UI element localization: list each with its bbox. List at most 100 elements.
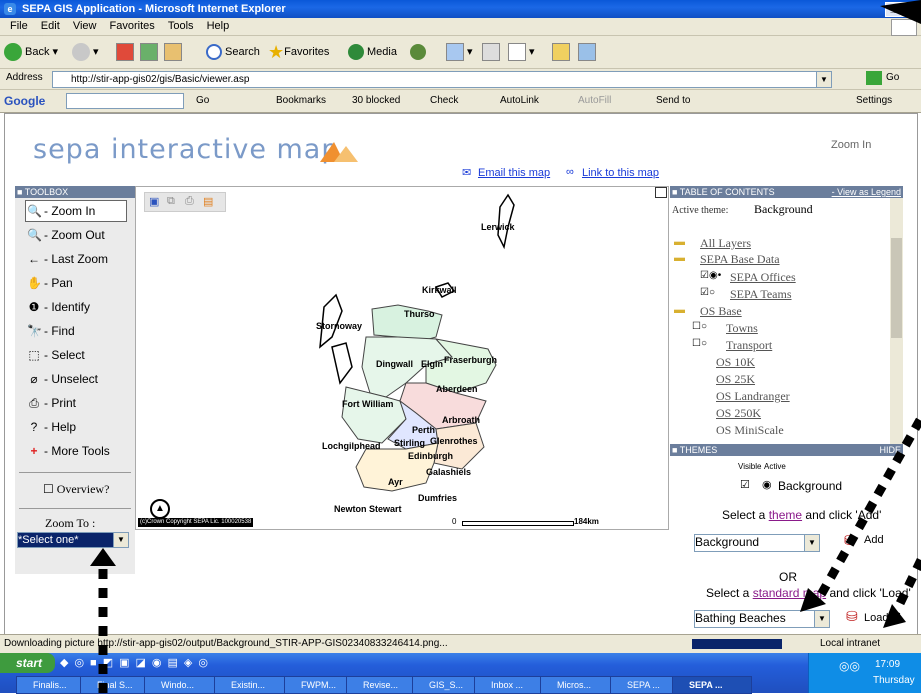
add-theme-icon[interactable]: ⛁: [844, 532, 856, 549]
favorites-button[interactable]: ★Favorites: [268, 42, 329, 62]
layer-os-base[interactable]: OS Base: [700, 304, 742, 318]
home-button[interactable]: [164, 42, 182, 62]
popup-blocked-button[interactable]: 30 blocked: [352, 94, 400, 108]
layer-os-250k[interactable]: OS 250K: [716, 406, 761, 420]
tool-unselect[interactable]: ⌀ - Unselect: [27, 371, 98, 387]
checkbox-icon[interactable]: ☐○: [692, 338, 707, 349]
scroll-thumb[interactable]: [891, 238, 902, 338]
checkbox-icon[interactable]: ☐○: [692, 321, 707, 332]
start-button[interactable]: start: [0, 653, 55, 673]
go-button[interactable]: Go: [886, 72, 899, 83]
panel-toggle-icon[interactable]: [655, 187, 667, 198]
zoom-to-select[interactable]: *Select one* ▼: [17, 532, 129, 548]
tool-last-zoom[interactable]: ← - Last Zoom: [27, 251, 108, 267]
taskbar-item-active[interactable]: SEPA ...: [672, 676, 752, 694]
stop-button[interactable]: [116, 42, 134, 62]
maximize-button[interactable]: ▫: [901, 2, 917, 17]
chevron-down-icon[interactable]: ▼: [804, 535, 819, 551]
autofill-button[interactable]: AutoFill: [578, 94, 611, 108]
checkbox-icon[interactable]: ☑○: [700, 287, 715, 298]
active-radio[interactable]: ◉: [762, 478, 772, 491]
load-map-icon[interactable]: ⛁: [846, 608, 858, 625]
tool-help[interactable]: ? - Help: [27, 419, 76, 435]
place-label: Glenrothes: [430, 436, 478, 446]
place-label: Stirling: [394, 438, 425, 448]
layer-transport[interactable]: Transport: [726, 338, 772, 352]
hide-link[interactable]: HIDE: [879, 444, 901, 456]
layer-sepa-offices[interactable]: SEPA Offices: [730, 270, 796, 284]
tool-select[interactable]: ⬚ - Select: [27, 347, 84, 363]
standard-map-link[interactable]: standard map: [753, 586, 826, 600]
email-map-link[interactable]: Email this map: [478, 167, 550, 179]
tray-icons[interactable]: ◎◎: [839, 659, 860, 673]
layer-os-miniscale[interactable]: OS MiniScale: [716, 423, 784, 435]
forward-button[interactable]: ▾: [72, 42, 99, 62]
send-to-button[interactable]: Send to: [656, 94, 690, 108]
google-bookmarks-button[interactable]: Bookmarks: [276, 94, 326, 108]
menu-help[interactable]: Help: [207, 18, 230, 35]
menu-view[interactable]: View: [73, 18, 97, 35]
menu-favorites[interactable]: Favorites: [110, 18, 155, 35]
add-button[interactable]: Add: [864, 534, 884, 546]
themes-panel: ■ THEMES HIDE Visible Active ☑ ◉ Backgro…: [670, 444, 911, 632]
google-go-button[interactable]: Go: [196, 94, 209, 108]
table-of-contents: ■ TABLE OF CONTENTS - View as Legend Act…: [670, 186, 903, 444]
menu-edit[interactable]: Edit: [41, 18, 60, 35]
address-input[interactable]: http://stir-app-gis02/gis/Basic/viewer.a…: [52, 71, 832, 88]
layer-sepa-teams[interactable]: SEPA Teams: [730, 287, 792, 301]
google-settings-button[interactable]: Settings: [856, 94, 892, 108]
theme-select[interactable]: Background ▼: [694, 534, 820, 552]
layer-os-25k[interactable]: OS 25K: [716, 372, 755, 386]
google-search-input[interactable]: [66, 93, 184, 109]
history-button[interactable]: [410, 42, 429, 62]
standard-map-select[interactable]: Bathing Beaches ▼: [694, 610, 830, 628]
layer-sepa-base[interactable]: SEPA Base Data: [700, 252, 780, 266]
layer-os-landranger[interactable]: OS Landranger: [716, 389, 790, 403]
tool-print[interactable]: ⎙ - Print: [27, 395, 76, 411]
chevron-down-icon[interactable]: ▼: [113, 533, 128, 547]
tool-zoom-out[interactable]: 🔍 - Zoom Out: [27, 227, 105, 243]
edit-button[interactable]: ▾: [508, 42, 535, 62]
window-title: SEPA GIS Application - Microsoft Interne…: [22, 3, 286, 15]
chevron-down-icon[interactable]: ▼: [816, 72, 831, 87]
overview-checkbox[interactable]: ☐ Overview?: [43, 482, 109, 497]
layer-all[interactable]: All Layers: [700, 236, 751, 250]
theme-link[interactable]: theme: [769, 508, 802, 522]
view-as-legend-link[interactable]: - View as Legend: [832, 186, 901, 198]
visible-checkbox[interactable]: ☑: [740, 478, 750, 491]
map-instruction: Select a standard map and click 'Load': [706, 586, 911, 600]
place-label: Arbroath: [442, 415, 480, 425]
tool-identify[interactable]: ❶- Identify: [27, 299, 90, 315]
media-button[interactable]: Media: [348, 42, 397, 62]
spell-check-button[interactable]: Check: [430, 94, 458, 108]
refresh-button[interactable]: [140, 42, 158, 62]
search-button[interactable]: Search: [206, 42, 260, 62]
layer-towns[interactable]: Towns: [726, 321, 758, 335]
tool-pan[interactable]: ✋ - Pan: [27, 275, 73, 291]
go-arrow-icon[interactable]: [866, 71, 882, 85]
folder-button[interactable]: [552, 42, 570, 62]
autolink-button[interactable]: AutoLink: [500, 94, 539, 108]
chevron-down-icon[interactable]: ▼: [814, 611, 829, 627]
toolbox-panel: ■ TOOLBOX 🔍 - Zoom In 🔍 - Zoom Out ← - Last…: [15, 186, 135, 574]
quick-launch[interactable]: ◆◎■◩▣◪◉▤◈◎: [60, 656, 300, 670]
menu-tools[interactable]: Tools: [168, 18, 194, 35]
back-button[interactable]: Back ▾: [4, 42, 58, 62]
place-label: Edinburgh: [408, 451, 453, 461]
menu-file[interactable]: File: [10, 18, 28, 35]
tool-more-tools[interactable]: + - More Tools: [27, 443, 109, 459]
layer-os-10k[interactable]: OS 10K: [716, 355, 755, 369]
print-button[interactable]: [482, 42, 500, 62]
checkbox-icon[interactable]: ☑◉•: [700, 270, 721, 281]
load-button[interactable]: Load: [864, 612, 888, 624]
toc-scrollbar[interactable]: [890, 198, 903, 444]
map-frame[interactable]: ▣ ⧉ ⎙ ▤ Lerwick Kirkwall Stornoway Thurs…: [135, 186, 669, 530]
messenger-button[interactable]: [578, 42, 596, 62]
tool-zoom-in[interactable]: 🔍 - Zoom In: [27, 203, 95, 219]
link-to-map-link[interactable]: Link to this map: [582, 167, 659, 179]
tool-find[interactable]: 🔭 - Find: [27, 323, 75, 339]
mail-button[interactable]: ▾: [446, 42, 473, 62]
map-copyright: (c)Crown Copyright SEPA Lic. 100020538: [138, 518, 254, 527]
clock-day: Thursday: [873, 675, 915, 686]
minimize-button[interactable]: _: [885, 2, 901, 17]
